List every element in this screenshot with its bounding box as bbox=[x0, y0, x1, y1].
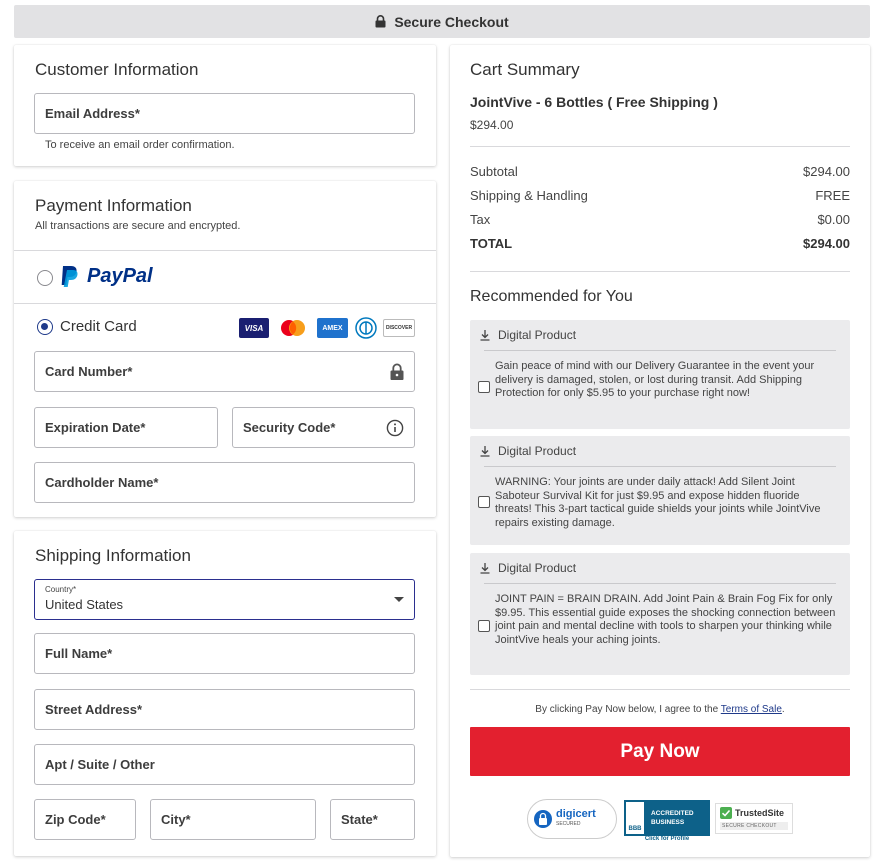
shipping-row: Shipping & Handling FREE bbox=[470, 188, 850, 203]
subtotal-label: Subtotal bbox=[470, 164, 518, 179]
payment-info-card: Payment Information All transactions are… bbox=[14, 181, 436, 517]
divider bbox=[470, 689, 850, 690]
shipping-info-card: Shipping Information Country* United Sta… bbox=[14, 531, 436, 856]
bbb-badge[interactable]: BBB ACCREDITED BUSINESS bbox=[624, 800, 710, 836]
email-field[interactable]: Email Address* bbox=[34, 93, 415, 134]
cardholder-name-field[interactable]: Cardholder Name* bbox=[34, 462, 415, 503]
recommendation-text: Gain peace of mind with our Delivery Gua… bbox=[495, 360, 815, 399]
product-name: JointVive - 6 Bottles ( Free Shipping ) bbox=[470, 94, 718, 110]
recommendation-header: Digital Product bbox=[480, 328, 576, 342]
credit-card-label[interactable]: Credit Card bbox=[60, 318, 137, 335]
card-number-label: Card Number* bbox=[45, 364, 133, 379]
recommendation-header: Digital Product bbox=[480, 561, 576, 575]
paypal-radio[interactable] bbox=[37, 270, 53, 286]
lock-icon bbox=[390, 363, 404, 380]
shipping-info-title: Shipping Information bbox=[35, 546, 191, 565]
digicert-badge[interactable]: digicert SECURED bbox=[527, 799, 617, 839]
amex-icon: AMEX bbox=[317, 318, 348, 338]
credit-card-radio[interactable] bbox=[37, 319, 53, 335]
cardholder-name-label: Cardholder Name* bbox=[45, 475, 159, 490]
diners-club-icon bbox=[355, 317, 377, 339]
visa-icon: VISA bbox=[239, 318, 269, 338]
download-icon bbox=[480, 562, 490, 574]
security-code-label: Security Code* bbox=[243, 420, 336, 435]
lock-icon bbox=[375, 15, 386, 28]
bbb-torch-icon: BBB bbox=[624, 800, 646, 836]
tax-row: Tax $0.00 bbox=[470, 212, 850, 227]
download-icon bbox=[480, 445, 490, 457]
full-name-field[interactable]: Full Name* bbox=[34, 633, 415, 674]
shipping-label: Shipping & Handling bbox=[470, 188, 588, 203]
city-label: City* bbox=[161, 812, 191, 827]
apt-suite-field[interactable]: Apt / Suite / Other bbox=[34, 744, 415, 785]
zip-code-field[interactable]: Zip Code* bbox=[34, 799, 136, 840]
divider bbox=[14, 250, 436, 251]
discover-icon: DISCOVER bbox=[383, 319, 415, 337]
country-label: Country* bbox=[45, 585, 77, 594]
city-field[interactable]: City* bbox=[150, 799, 316, 840]
recommendation-checkbox[interactable] bbox=[478, 496, 490, 508]
security-code-field[interactable]: Security Code* bbox=[232, 407, 415, 448]
subtotal-row: Subtotal $294.00 bbox=[470, 164, 850, 179]
divider bbox=[14, 303, 436, 304]
tax-value: $0.00 bbox=[817, 212, 850, 227]
padlock-icon bbox=[534, 810, 552, 828]
mastercard-icon bbox=[281, 320, 305, 336]
recommended-title: Recommended for You bbox=[470, 288, 633, 305]
customer-info-card: Customer Information Email Address* To r… bbox=[14, 45, 436, 166]
dropdown-arrow-icon bbox=[394, 596, 404, 602]
pay-now-button[interactable]: Pay Now bbox=[470, 727, 850, 776]
total-label: TOTAL bbox=[470, 236, 513, 251]
state-field[interactable]: State* bbox=[330, 799, 415, 840]
checkmark-icon bbox=[720, 807, 732, 819]
product-price: $294.00 bbox=[470, 118, 514, 132]
country-value: United States bbox=[45, 597, 124, 612]
recommendation-checkbox[interactable] bbox=[478, 381, 490, 393]
subtotal-value: $294.00 bbox=[803, 164, 850, 179]
cart-summary-card: Cart Summary JointVive - 6 Bottles ( Fre… bbox=[450, 45, 870, 857]
trustedsite-badge[interactable]: TrustedSite SECURE CHECKOUT bbox=[715, 803, 793, 834]
total-value: $294.00 bbox=[803, 236, 850, 251]
tax-label: Tax bbox=[470, 212, 491, 227]
recommendation-header: Digital Product bbox=[480, 444, 576, 458]
street-address-label: Street Address* bbox=[45, 702, 143, 717]
card-number-field[interactable]: Card Number* bbox=[34, 351, 415, 392]
recommendation-item: Digital Product JOINT PAIN = BRAIN DRAIN… bbox=[470, 553, 850, 675]
secure-checkout-title: Secure Checkout bbox=[394, 13, 509, 30]
customer-info-title: Customer Information bbox=[35, 60, 199, 79]
terms-of-sale-link[interactable]: Terms of Sale bbox=[721, 704, 782, 715]
divider bbox=[470, 271, 850, 272]
state-label: State* bbox=[341, 812, 378, 827]
terms-notice: By clicking Pay Now below, I agree to th… bbox=[535, 704, 785, 715]
full-name-label: Full Name* bbox=[45, 646, 113, 661]
paypal-label: PayPal bbox=[87, 265, 153, 287]
cart-summary-title: Cart Summary bbox=[470, 60, 580, 79]
expiration-date-field[interactable]: Expiration Date* bbox=[34, 407, 218, 448]
zip-code-label: Zip Code* bbox=[45, 812, 106, 827]
total-row: TOTAL $294.00 bbox=[470, 236, 850, 251]
paypal-logo[interactable]: PayPal bbox=[60, 265, 153, 288]
email-label: Email Address* bbox=[45, 106, 140, 121]
expiration-date-label: Expiration Date* bbox=[45, 420, 146, 435]
recommendation-item: Digital Product Gain peace of mind with … bbox=[470, 320, 850, 429]
paypal-icon bbox=[61, 266, 78, 287]
divider bbox=[470, 146, 850, 147]
bbb-caption[interactable]: Click for Profile bbox=[624, 836, 710, 842]
info-icon[interactable] bbox=[386, 419, 404, 437]
secure-checkout-bar: Secure Checkout bbox=[14, 5, 870, 38]
street-address-field[interactable]: Street Address* bbox=[34, 689, 415, 730]
payment-info-subtitle: All transactions are secure and encrypte… bbox=[35, 220, 241, 232]
recommendation-text: WARNING: Your joints are under daily att… bbox=[495, 476, 821, 529]
country-select[interactable]: Country* United States bbox=[34, 579, 415, 620]
recommendation-checkbox[interactable] bbox=[478, 620, 490, 632]
recommendation-item: Digital Product WARNING: Your joints are… bbox=[470, 436, 850, 545]
email-hint: To receive an email order confirmation. bbox=[45, 139, 235, 151]
payment-info-title: Payment Information bbox=[35, 196, 192, 215]
shipping-value: FREE bbox=[815, 188, 850, 203]
download-icon bbox=[480, 329, 490, 341]
recommendation-text: JOINT PAIN = BRAIN DRAIN. Add Joint Pain… bbox=[495, 593, 836, 646]
apt-suite-label: Apt / Suite / Other bbox=[45, 757, 155, 772]
